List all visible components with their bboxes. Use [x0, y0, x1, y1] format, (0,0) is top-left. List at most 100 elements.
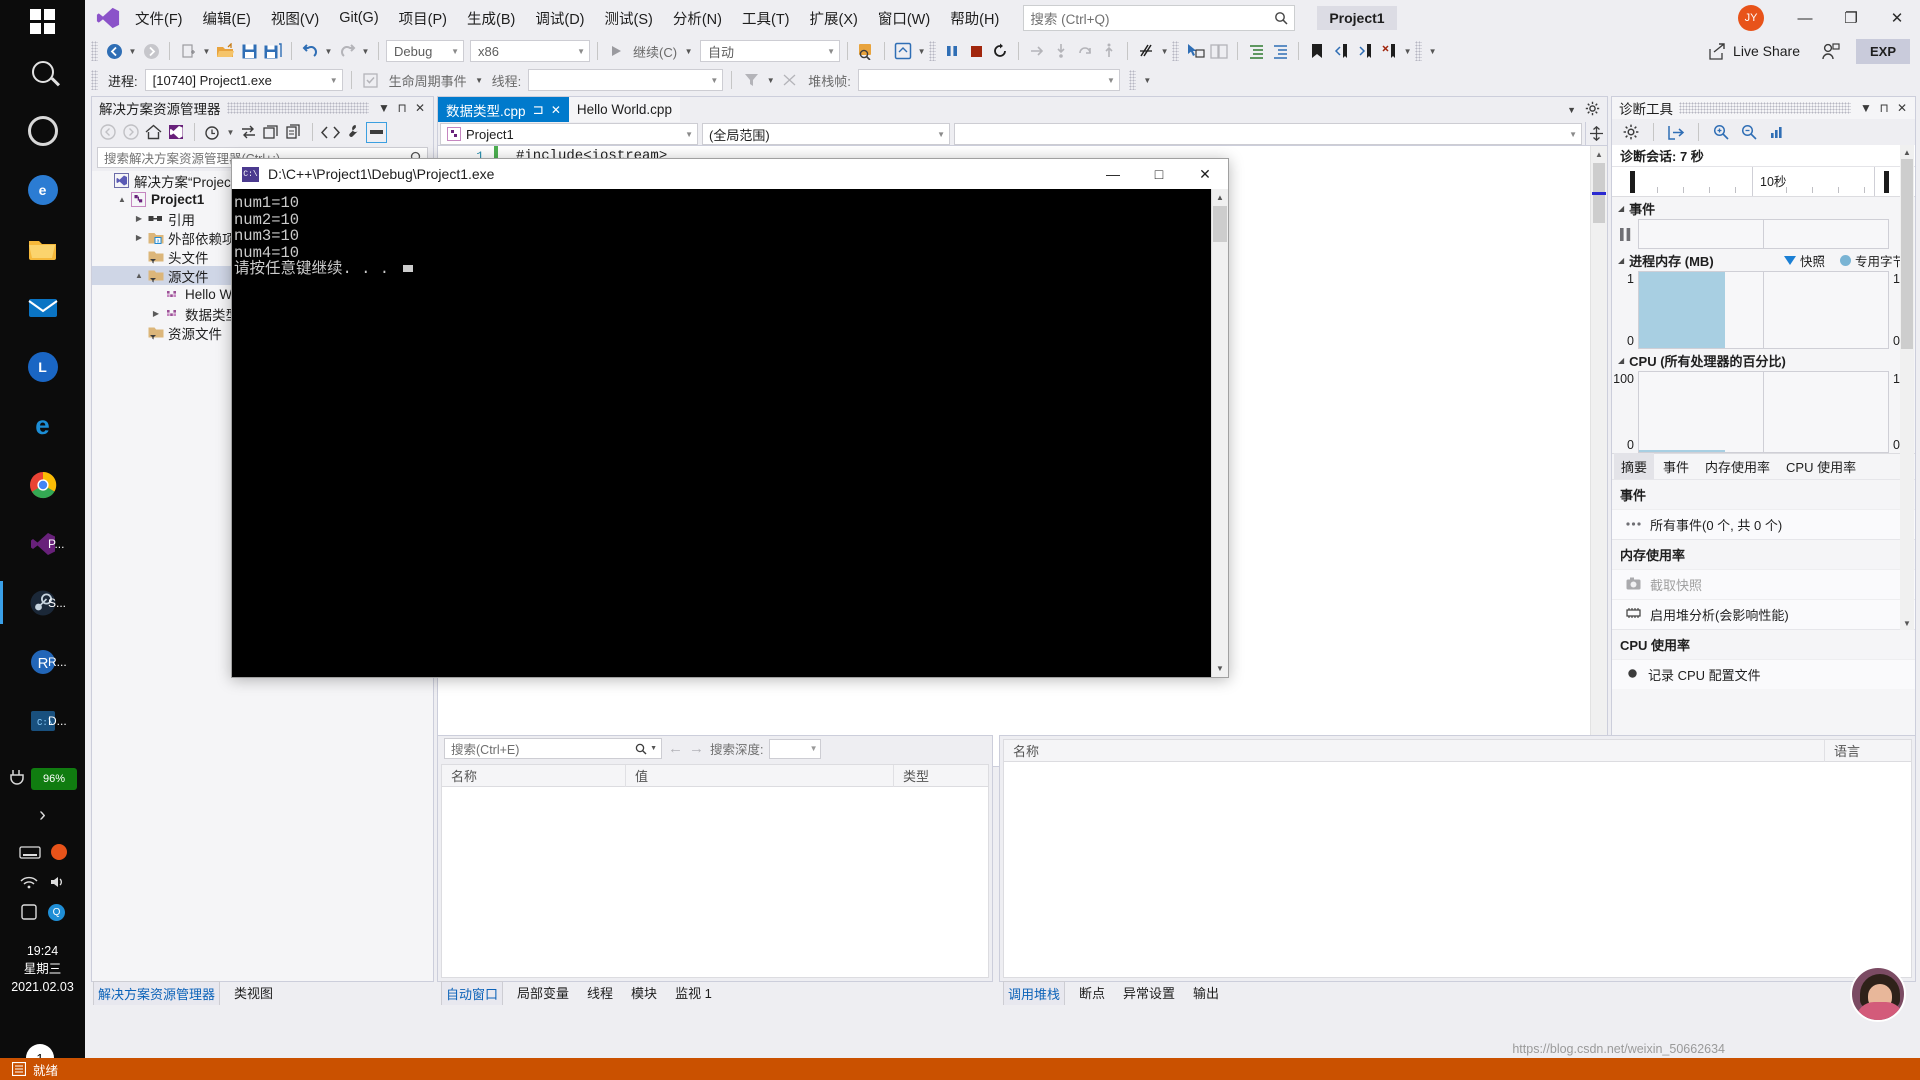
menu-item-test[interactable]: 测试(S) — [595, 3, 663, 34]
diag-events-section-header[interactable]: ◢ 事件 — [1612, 197, 1915, 219]
live-visual-tree-icon[interactable] — [892, 40, 914, 62]
auto-combo[interactable]: 自动 ▼ — [700, 40, 841, 62]
redo-dropdown-icon[interactable]: ▼ — [360, 47, 371, 56]
toolbar-overflow-icon[interactable]: ▼ — [1427, 47, 1438, 56]
thread-combo[interactable]: ▼ — [528, 69, 724, 91]
scroll-down-icon[interactable]: ▼ — [1900, 616, 1914, 630]
clear-bookmarks-icon[interactable] — [1378, 40, 1400, 62]
toolbar-grip-3[interactable] — [1172, 41, 1180, 61]
settings-icon[interactable] — [20, 903, 38, 921]
window-restore-button[interactable]: ❐ — [1828, 0, 1874, 36]
se-pending-icon[interactable] — [202, 122, 223, 143]
taskbar-clock[interactable]: 19:24 星期三 2021.02.03 — [0, 942, 85, 996]
wifi-icon[interactable] — [19, 875, 39, 889]
console-close-button[interactable]: ✕ — [1182, 159, 1228, 189]
toolbar-grip-2[interactable] — [929, 41, 937, 61]
chevron-right-icon[interactable]: › — [39, 804, 46, 827]
break-all-icon[interactable] — [941, 40, 963, 62]
se-properties-icon[interactable] — [343, 122, 364, 143]
dock-tab[interactable]: 自动窗口 — [441, 980, 504, 1005]
se-sync-icon[interactable] — [238, 122, 259, 143]
dock-tab[interactable]: 监视 1 — [671, 981, 716, 1004]
back-dropdown-icon[interactable]: ▼ — [127, 47, 138, 56]
prev-bookmark-icon[interactable] — [1330, 40, 1352, 62]
taskbar-d-app[interactable]: C:\ D... — [0, 691, 85, 750]
diagnostic-tabs[interactable]: 摘要 事件 内存使用率 CPU 使用率 — [1612, 453, 1915, 480]
diagnostic-tab[interactable]: 摘要 — [1614, 453, 1655, 480]
hot-reload-icon[interactable] — [1135, 40, 1157, 62]
tree-expander-icon[interactable]: ▲ — [115, 195, 129, 204]
dock-tab[interactable]: 局部变量 — [513, 981, 573, 1004]
autos-search-input[interactable]: 搜索(Ctrl+E) ▼ — [444, 738, 662, 759]
menu-item-tools[interactable]: 工具(T) — [732, 3, 800, 34]
live-share-button[interactable]: Live Share — [1709, 42, 1800, 60]
menu-item-project[interactable]: 项目(P) — [389, 3, 457, 34]
scroll-up-icon[interactable]: ▲ — [1591, 146, 1607, 163]
memory-plot[interactable] — [1638, 271, 1889, 349]
diagnostic-timeline[interactable]: 10秒 — [1612, 167, 1915, 197]
taskbar-chrome-icon[interactable] — [0, 455, 85, 514]
new-project-dropdown-icon[interactable]: ▼ — [201, 47, 212, 56]
scroll-up-icon[interactable]: ▲ — [1900, 145, 1914, 159]
tree-expander-icon[interactable]: ▲ — [132, 271, 146, 280]
console-minimize-button[interactable]: — — [1090, 159, 1136, 189]
menu-item-edit[interactable]: 编辑(E) — [193, 3, 261, 34]
dock-tab[interactable]: 输出 — [1189, 981, 1223, 1004]
tray-app-icon[interactable] — [50, 844, 67, 860]
search-next-icon[interactable]: → — [689, 740, 704, 757]
taskbar-search-icon[interactable] — [0, 42, 85, 101]
scroll-up-icon[interactable]: ▲ — [1212, 189, 1228, 206]
editor-vertical-scrollbar[interactable]: ▲ ▼ — [1590, 146, 1607, 766]
toolbar-grip-4[interactable] — [1415, 41, 1423, 61]
legend-snapshot[interactable]: 快照 — [1783, 251, 1825, 270]
diag-reset-view-icon[interactable] — [1766, 121, 1788, 143]
lifecycle-dropdown-icon[interactable]: ▼ — [474, 76, 485, 85]
close-icon[interactable]: ✕ — [551, 103, 561, 117]
quick-search-input[interactable]: 搜索 (Ctrl+Q) — [1023, 5, 1296, 31]
editor-settings-icon[interactable] — [1585, 101, 1600, 119]
diag-settings-icon[interactable] — [1620, 121, 1642, 143]
console-output[interactable]: num1=10 num2=10 num3=10 num4=10 请按任意键继续. . . — [232, 189, 1211, 677]
battery-badge[interactable]: 96% — [31, 768, 77, 790]
restart-icon[interactable] — [989, 40, 1011, 62]
taskbar-cortana-icon[interactable] — [0, 101, 85, 160]
search-depth-combo[interactable]: ▼ — [769, 738, 822, 759]
menu-item-file[interactable]: 文件(F) — [125, 3, 193, 34]
dock-tab[interactable]: 解决方案资源管理器 — [93, 980, 221, 1005]
hot-reload-dropdown-icon[interactable]: ▼ — [1159, 47, 1170, 56]
continue-label[interactable]: 继续(C) — [629, 42, 681, 61]
summary-action-item[interactable]: 记录 CPU 配置文件 — [1612, 659, 1915, 689]
menu-item-extensions[interactable]: 扩展(X) — [800, 3, 868, 34]
center-dock-tabs[interactable]: 自动窗口 局部变量 线程 模块 监视 1 — [441, 980, 716, 1005]
se-home-icon[interactable] — [143, 122, 164, 143]
panel-menu-icon[interactable]: ▼ — [375, 99, 393, 117]
menu-item-window[interactable]: 窗口(W) — [868, 3, 940, 34]
search-prev-icon[interactable]: ← — [668, 740, 683, 757]
autos-col-value[interactable]: 值 — [626, 764, 894, 787]
call-stack-grid[interactable]: 名称 语言 — [1003, 739, 1912, 978]
window-minimize-button[interactable]: — — [1782, 0, 1828, 36]
floating-avatar[interactable] — [1850, 966, 1906, 1022]
autos-col-type[interactable]: 类型 — [894, 765, 988, 787]
nav-member-combo[interactable]: ▼ — [954, 123, 1582, 145]
legend-private-bytes[interactable]: 专用字节 — [1839, 251, 1905, 270]
next-bookmark-icon[interactable] — [1354, 40, 1376, 62]
save-file-icon[interactable] — [238, 40, 260, 62]
editor-tab-inactive[interactable]: Hello World.cpp — [568, 97, 680, 122]
callstack-col-lang[interactable]: 语言 — [1825, 740, 1911, 762]
close-icon[interactable]: ✕ — [411, 99, 429, 117]
dock-tab[interactable]: 线程 — [583, 981, 617, 1004]
diagnostic-tab[interactable]: CPU 使用率 — [1779, 453, 1863, 480]
debug-toolbar-grip-2[interactable] — [1128, 70, 1136, 90]
taskbar-r-app[interactable]: R R... — [0, 632, 85, 691]
stackframe-combo[interactable]: ▼ — [857, 69, 1120, 91]
diag-zoom-out-icon[interactable] — [1738, 121, 1760, 143]
menu-item-build[interactable]: 生成(B) — [457, 3, 525, 34]
attach-process-icon[interactable] — [855, 40, 877, 62]
chevron-down-icon[interactable]: ▼ — [650, 745, 657, 752]
account-avatar[interactable]: JY — [1738, 5, 1764, 31]
se-show-all-files-icon[interactable] — [261, 122, 282, 143]
diagnostic-tab[interactable]: 事件 — [1656, 453, 1696, 480]
lifecycle-events-label[interactable]: 生命周期事件 — [385, 71, 471, 90]
tree-expander-icon[interactable]: ▶ — [132, 214, 146, 223]
